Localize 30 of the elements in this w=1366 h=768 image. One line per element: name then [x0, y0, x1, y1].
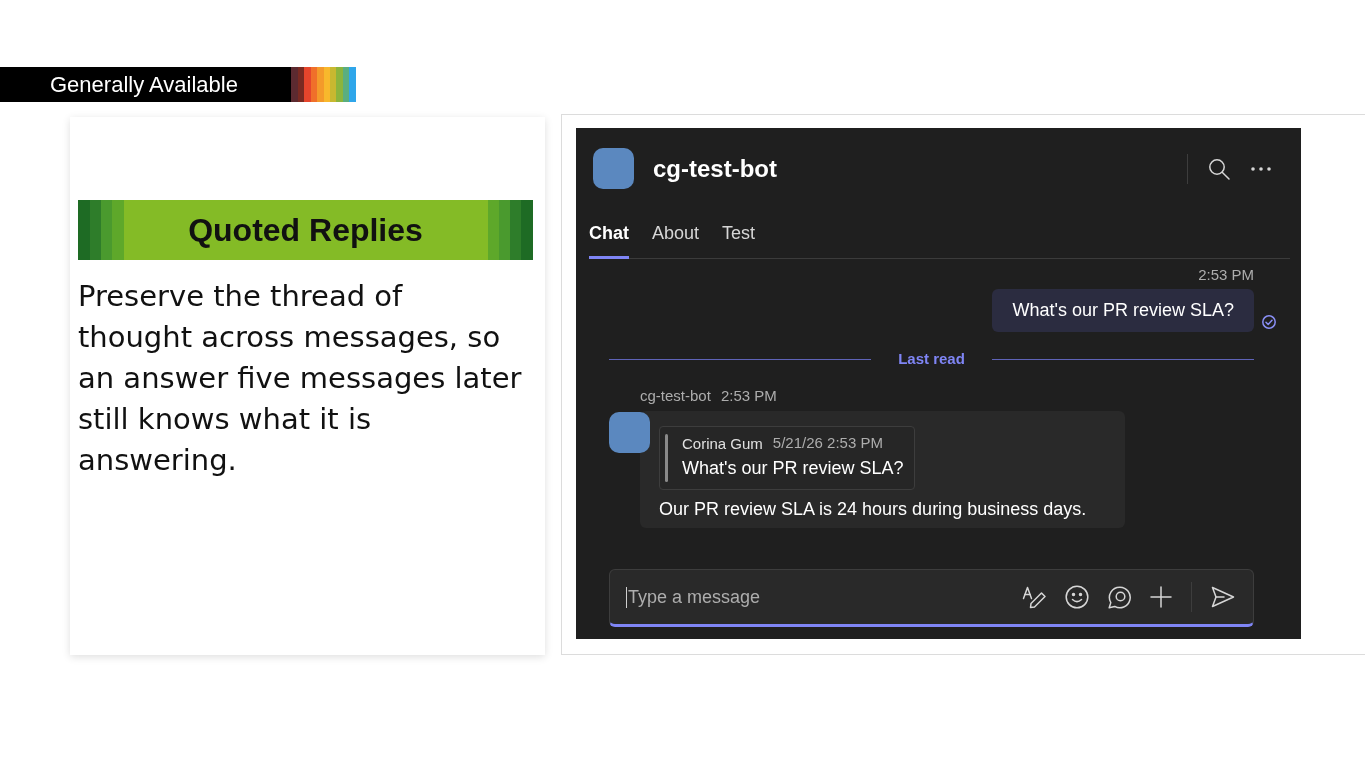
last-read-label: Last read [898, 348, 965, 369]
more-options-icon[interactable] [1251, 166, 1271, 171]
reply-text: Our PR review SLA is 24 hours during business days. [659, 498, 1088, 520]
chat-bubble-icon[interactable] [1108, 585, 1131, 609]
sent-message: What's our PR review SLA? [992, 289, 1254, 332]
timestamp: 2:53 PM [720, 387, 777, 405]
plus-icon[interactable] [1150, 586, 1172, 608]
tab[interactable]: About [652, 222, 700, 259]
send-icon[interactable] [1211, 586, 1235, 608]
tab[interactable]: Chat [589, 222, 629, 259]
search-icon[interactable] [1208, 157, 1230, 180]
bot-avatar [609, 412, 650, 453]
format-icon[interactable] [1022, 585, 1046, 609]
quote-author: Corina Gum [682, 434, 763, 454]
compose-box[interactable]: Type a message [609, 569, 1254, 627]
message-input[interactable]: Type a message [627, 583, 1003, 611]
chat-title: cg-test-bot [653, 153, 777, 184]
quote-text: What's our PR review SLA? [682, 457, 904, 480]
quote-timestamp: 5/21/26 2:53 PM [772, 434, 883, 453]
emoji-icon[interactable] [1065, 585, 1089, 609]
feature-title: Quoted Replies [78, 200, 533, 260]
bot-avatar [593, 148, 634, 189]
timestamp: 2:53 PM [1198, 266, 1254, 284]
text-cursor-icon [626, 586, 627, 608]
stripe-decoration [291, 67, 356, 102]
sender-name: cg-test-bot [640, 387, 711, 405]
tab[interactable]: Test [722, 222, 756, 259]
release-label: Generally Available [0, 67, 291, 102]
feature-description: Preserve the thread of thought across messages, so an answer five messages later still knows what it is answering. [78, 278, 523, 479]
quote-marker [665, 434, 668, 482]
